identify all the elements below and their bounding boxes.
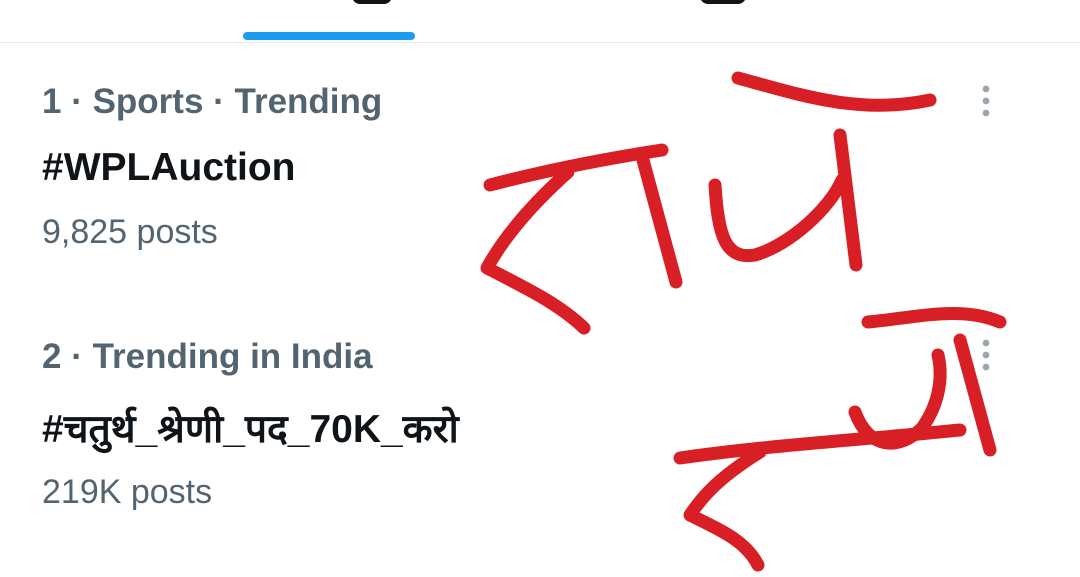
active-tab-indicator bbox=[243, 32, 415, 40]
trend-hashtag: #चतुर्थ_श्रेणी_पद_70K_करो bbox=[42, 408, 459, 451]
trend-more-button[interactable] bbox=[966, 330, 1006, 380]
trend-meta: 2 · Trending in India bbox=[42, 337, 373, 376]
tab-label-fragment bbox=[352, 0, 392, 4]
trend-more-button[interactable] bbox=[966, 76, 1006, 126]
tab-label-fragment bbox=[700, 0, 746, 4]
trend-hashtag: #WPLAuction bbox=[42, 146, 296, 189]
tab-bar bbox=[0, 0, 1080, 43]
more-vertical-icon bbox=[982, 85, 990, 117]
more-vertical-icon bbox=[982, 339, 990, 371]
trend-meta: 1 · Sports · Trending bbox=[42, 82, 383, 121]
trend-post-count: 9,825 posts bbox=[42, 213, 218, 251]
trend-post-count: 219K posts bbox=[42, 473, 213, 511]
